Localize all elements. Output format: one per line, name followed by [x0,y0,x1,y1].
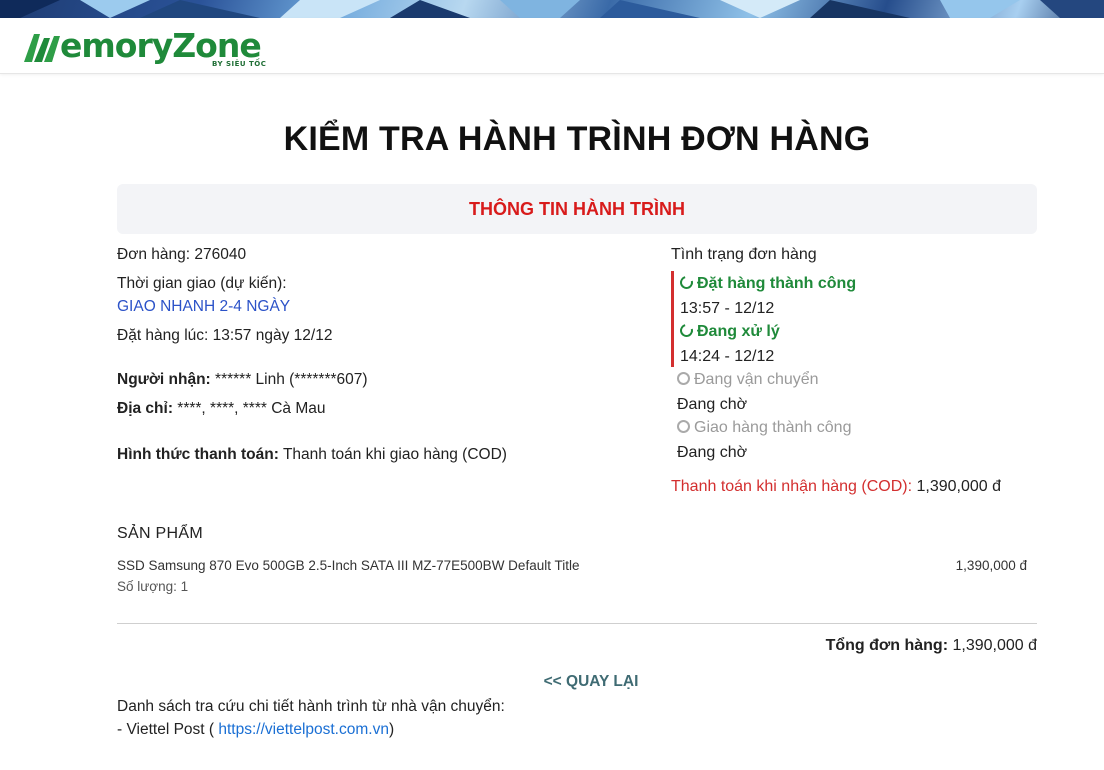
order-total-label: Tổng đơn hàng: [825,637,949,654]
address-row: Địa chỉ: ****, ****, **** Cà Mau [117,400,326,418]
cod-amount-row: Thanh toán khi nhận hàng (COD): 1,390,00… [671,478,1001,496]
delivery-time-value: GIAO NHANH 2-4 NGÀY [117,298,291,315]
step-done-icon [677,273,696,292]
status-step-time: 13:57 - 12/12 [680,300,775,317]
section-header: THÔNG TIN HÀNH TRÌNH [117,184,1037,234]
timeline-progress-line [671,271,674,367]
page-title: KIỂM TRA HÀNH TRÌNH ĐƠN HÀNG [283,120,871,158]
carrier-viettel-prefix: - Viettel Post ( [117,721,219,738]
logo-m-mark [24,34,60,62]
order-number-label: Đơn hàng: [117,246,191,263]
memoryzone-logo[interactable]: emoryZone BY SIÊU TỐC [22,26,282,70]
ordered-at: Đặt hàng lúc: 13:57 ngày 12/12 [117,327,333,344]
cod-label: Thanh toán khi nhận hàng (COD): [671,478,913,495]
carrier-viettel-suffix: ) [388,721,395,738]
carrier-viettel-row: - Viettel Post ( https://viettelpost.com… [117,721,394,739]
order-total-value: 1,390,000 đ [952,637,1037,654]
status-heading: Tình trạng đơn hàng [671,246,817,263]
banner-pattern [0,0,1104,18]
carrier-note: Danh sách tra cứu chi tiết hành trình từ… [117,698,505,715]
recipient-value: ****** Linh (*******607) [215,371,368,388]
status-step-label: Đang vận chuyển [694,371,819,388]
address-value: ****, ****, **** Cà Mau [177,400,326,417]
delivery-time-label: Thời gian giao (dự kiến): [117,275,287,292]
step-done-icon [677,321,696,340]
status-step-time: Đang chờ [677,444,748,461]
divider [117,623,1037,624]
viettel-post-link[interactable]: https://viettelpost.com.vn [218,721,389,738]
product-price: 1,390,000 đ [955,558,1027,573]
payment-method-row: Hình thức thanh toán: Thanh toán khi gia… [117,446,507,464]
status-step-label: Đang xử lý [697,323,780,340]
products-heading: SẢN PHẨM [117,525,203,542]
recipient-row: Người nhận: ****** Linh (*******607) [117,371,368,389]
cod-value: 1,390,000 đ [916,478,1002,495]
status-step-shipping: Đang vận chuyển [677,371,819,389]
order-number-value: 276040 [194,246,247,263]
status-step-ordered: Đặt hàng thành công [677,273,857,293]
section-title: THÔNG TIN HÀNH TRÌNH [469,199,685,219]
order-total-row: Tổng đơn hàng: 1,390,000 đ [700,637,1037,655]
status-step-processing: Đang xử lý [677,321,780,341]
status-step-time: Đang chờ [677,396,748,413]
payment-method-value: Thanh toán khi giao hàng (COD) [282,446,507,463]
site-header: emoryZone BY SIÊU TỐC [0,18,1104,74]
payment-method-label: Hình thức thanh toán: [117,446,279,463]
status-step-time: 14:24 - 12/12 [680,348,775,365]
logo-tagline: BY SIÊU TỐC [212,60,267,68]
address-label: Địa chỉ: [117,400,173,417]
product-quantity: Số lượng: 1 [117,579,189,594]
step-pending-icon [677,372,690,385]
top-banner-image [0,0,1104,18]
status-step-label: Đặt hàng thành công [697,275,857,292]
status-step-label: Giao hàng thành công [694,419,852,436]
recipient-label: Người nhận: [117,371,211,388]
product-name: SSD Samsung 870 Evo 500GB 2.5-Inch SATA … [117,558,580,573]
step-pending-icon [677,420,690,433]
order-number-row: Đơn hàng: 276040 [117,246,246,264]
back-link[interactable]: << QUAY LẠI [0,673,1104,691]
status-step-delivered: Giao hàng thành công [677,419,851,437]
